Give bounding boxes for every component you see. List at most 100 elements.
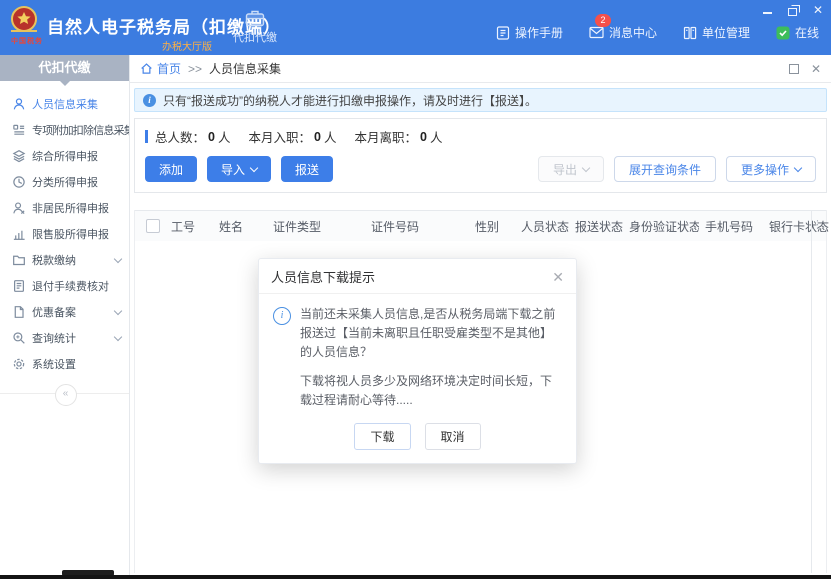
export-button[interactable]: 导出 — [538, 156, 604, 182]
sidebar-item-comprehensive-income[interactable]: 综合所得申报 — [0, 143, 129, 169]
nav-label: 在线 — [795, 24, 819, 41]
column-header[interactable]: 证件号码 — [365, 218, 469, 235]
column-header[interactable]: 身份验证状态 — [623, 218, 699, 235]
stat-value: 0 — [208, 130, 215, 144]
stat-label: 本月入职： — [248, 127, 311, 146]
gear-icon — [12, 357, 26, 371]
sidebar-item-restricted-stock[interactable]: 限售股所得申报 — [0, 221, 129, 247]
tab-controls: ✕ — [789, 62, 821, 76]
sidebar-menu: 人员信息采集 专项附加扣除信息采集 综合所得申报 分类所得申报 非居民所得申报 — [0, 81, 129, 377]
document-icon — [12, 305, 26, 319]
button-label: 展开查询条件 — [629, 161, 701, 178]
button-label: 添加 — [159, 161, 183, 178]
sidebar-item-system-settings[interactable]: 系统设置 — [0, 351, 129, 377]
more-actions-button[interactable]: 更多操作 — [726, 156, 816, 182]
sidebar-divider: « — [0, 393, 129, 394]
nav-label: 操作手册 — [515, 24, 563, 41]
emblem-icon — [7, 5, 41, 37]
nav-label: 单位管理 — [702, 24, 750, 41]
minimize-icon[interactable] — [763, 5, 774, 15]
stat-total: 总人数：0人 — [155, 127, 230, 146]
sidebar-item-label: 退付手续费核对 — [32, 278, 109, 294]
maximize-tab-icon[interactable] — [789, 64, 799, 74]
organization-icon — [683, 26, 697, 40]
column-header[interactable]: 人员状态 — [515, 218, 569, 235]
deduction-list-icon — [12, 123, 26, 137]
dialog-footer: 下载 取消 — [259, 412, 576, 463]
sidebar-item-label: 人员信息采集 — [32, 96, 98, 112]
column-header[interactable]: 证件类型 — [267, 218, 365, 235]
sidebar-item-preferential-record[interactable]: 优惠备案 — [0, 299, 129, 325]
sidebar-item-label: 税款缴纳 — [32, 252, 76, 268]
dialog-paragraph: 下载将视人员多少及网络环境决定时间长短，下载过程请耐心等待..... — [300, 372, 562, 410]
column-header[interactable]: 报送状态 — [569, 218, 623, 235]
summary-panel: 总人数：0人 本月入职：0人 本月离职：0人 添加 导入 报送 导出 展开查询条… — [134, 118, 827, 193]
sidebar-item-special-deduction[interactable]: 专项附加扣除信息采集 — [0, 117, 129, 143]
nav-item-online-status[interactable]: 在线 — [776, 24, 819, 41]
dialog-paragraph: 当前还未采集人员信息,是否从税务局端下载之前报送过【当前未离职且任职受雇类型不是… — [300, 305, 562, 363]
sidebar-item-classified-income[interactable]: 分类所得申报 — [0, 169, 129, 195]
clock-icon — [12, 175, 26, 189]
sidebar-item-query-statistics[interactable]: 查询统计 — [0, 325, 129, 351]
sidebar-collapse-button[interactable]: « — [55, 384, 77, 406]
expand-query-button[interactable]: 展开查询条件 — [614, 156, 716, 182]
breadcrumb-current: 人员信息采集 — [209, 60, 281, 77]
sidebar-item-label: 限售股所得申报 — [32, 226, 109, 242]
sidebar-item-label: 综合所得申报 — [32, 148, 98, 164]
window-controls: ✕ — [763, 4, 823, 16]
sidebar-item-label: 优惠备案 — [32, 304, 76, 320]
column-header[interactable]: 姓名 — [213, 218, 267, 235]
import-button[interactable]: 导入 — [207, 156, 271, 182]
select-all-checkbox[interactable] — [146, 219, 160, 233]
sidebar-item-label: 查询统计 — [32, 330, 76, 346]
nav-label: 消息中心 — [609, 24, 657, 41]
download-button[interactable]: 下载 — [354, 423, 410, 450]
restore-icon[interactable] — [788, 5, 799, 15]
stat-label: 总人数： — [155, 127, 205, 146]
close-icon[interactable]: ✕ — [813, 5, 823, 15]
dialog-title: 人员信息下载提示 — [271, 267, 375, 286]
sidebar-item-personnel-info[interactable]: 人员信息采集 — [0, 91, 129, 117]
module-tab-withholding[interactable]: 代扣代缴 — [226, 9, 284, 45]
sidebar: 代扣代缴 人员信息采集 专项附加扣除信息采集 综合所得申报 分类所得申报 — [0, 55, 130, 575]
nav-item-manual[interactable]: 操作手册 — [496, 24, 563, 41]
close-tab-icon[interactable]: ✕ — [811, 62, 821, 76]
nav-item-messages[interactable]: 2 消息中心 — [589, 24, 657, 41]
breadcrumb: 首页 >> 人员信息采集 ✕ — [130, 55, 831, 83]
stat-unit: 人 — [430, 127, 443, 146]
dialog-close-icon[interactable]: ✕ — [552, 270, 564, 284]
info-circle-icon: i — [273, 307, 291, 325]
sidebar-item-tax-payment[interactable]: 税款缴纳 — [0, 247, 129, 273]
window-bottom-edge — [0, 575, 831, 579]
app-titlebar: ✕ 中国税务 自然人电子税务局（扣缴端） 办税大厅版 代扣代缴 操作手册 2 — [0, 0, 831, 55]
column-resize-handle[interactable]: ⋮ — [812, 218, 823, 231]
sidebar-item-label: 系统设置 — [32, 356, 76, 372]
button-label: 报送 — [295, 161, 319, 178]
submit-button[interactable]: 报送 — [281, 156, 333, 182]
breadcrumb-home-label: 首页 — [157, 60, 181, 77]
stat-unit: 人 — [324, 127, 337, 146]
stats-accent-bar — [145, 130, 148, 143]
column-header[interactable]: 性别 — [469, 218, 515, 235]
message-count-badge: 2 — [595, 14, 611, 27]
chevron-down-icon — [250, 163, 258, 171]
cancel-button[interactable]: 取消 — [425, 423, 481, 450]
add-button[interactable]: 添加 — [145, 156, 197, 182]
breadcrumb-separator: >> — [188, 62, 202, 76]
sidebar-item-refund-fee-check[interactable]: 退付手续费核对 — [0, 273, 129, 299]
header-nav: 操作手册 2 消息中心 单位管理 在线 — [496, 24, 819, 41]
dialog-header: 人员信息下载提示 ✕ — [259, 259, 576, 294]
manual-icon — [496, 26, 510, 40]
column-header[interactable]: 手机号码 — [699, 218, 763, 235]
sidebar-item-nonresident-income[interactable]: 非居民所得申报 — [0, 195, 129, 221]
breadcrumb-home[interactable]: 首页 — [140, 60, 181, 77]
column-header[interactable]: 工号 — [165, 218, 213, 235]
stats-row: 总人数：0人 本月入职：0人 本月离职：0人 — [145, 127, 816, 146]
online-status-icon — [776, 26, 790, 40]
info-alert: i 只有“报送成功”的纳税人才能进行扣缴申报操作，请及时进行【报送】。 — [134, 88, 827, 112]
button-label: 更多操作 — [741, 161, 789, 178]
button-label: 导出 — [553, 161, 577, 178]
tax-bureau-logo: 中国税务 — [7, 5, 47, 46]
sidebar-item-label: 专项附加扣除信息采集 — [32, 122, 129, 138]
nav-item-organization[interactable]: 单位管理 — [683, 24, 750, 41]
